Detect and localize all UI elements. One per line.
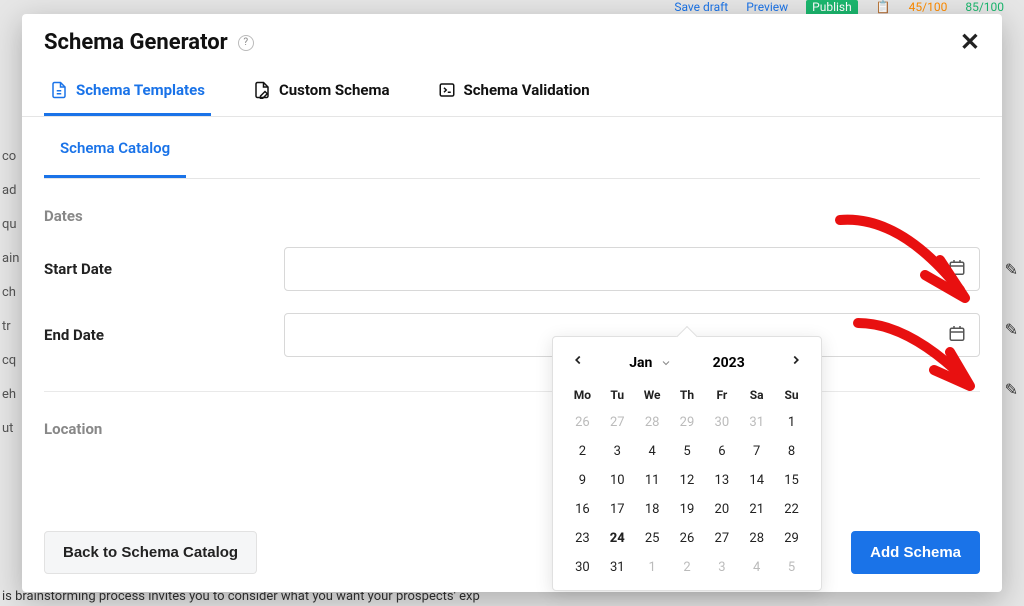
datepicker-day[interactable]: 23 — [565, 524, 600, 553]
datepicker-day[interactable]: 9 — [565, 466, 600, 495]
datepicker-day[interactable]: 31 — [739, 408, 774, 437]
datepicker-day[interactable]: 15 — [774, 466, 809, 495]
chevron-left-icon — [571, 353, 585, 367]
datepicker-dow: We — [635, 382, 670, 408]
datepicker-day[interactable]: 2 — [565, 437, 600, 466]
datepicker-day[interactable]: 1 — [774, 408, 809, 437]
datepicker-day[interactable]: 17 — [600, 495, 635, 524]
modal-title: Schema Generator — [44, 30, 228, 55]
calendar-icon — [948, 325, 966, 343]
datepicker-day[interactable]: 28 — [635, 408, 670, 437]
bg-side-text: co — [2, 140, 19, 174]
section-dates-label: Dates — [44, 207, 980, 225]
datepicker-day[interactable]: 27 — [600, 408, 635, 437]
datepicker-day[interactable]: 20 — [704, 495, 739, 524]
datepicker-day[interactable]: 5 — [670, 437, 705, 466]
datepicker-day[interactable]: 11 — [635, 466, 670, 495]
document-icon — [50, 81, 68, 99]
datepicker-dow: Th — [670, 382, 705, 408]
datepicker-day[interactable]: 25 — [635, 524, 670, 553]
datepicker-prev-button[interactable] — [567, 351, 589, 374]
datepicker-dow: Mo — [565, 382, 600, 408]
calendar-icon — [948, 259, 966, 277]
datepicker-day[interactable]: 30 — [704, 408, 739, 437]
start-date-input[interactable] — [284, 247, 980, 291]
add-schema-button[interactable]: Add Schema — [851, 531, 980, 574]
tab-schema-templates[interactable]: Schema Templates — [44, 67, 211, 116]
schema-generator-modal: Schema Generator ? ✕ Schema Templates Cu… — [22, 14, 1002, 592]
datepicker-dow: Su — [774, 382, 809, 408]
datepicker-day[interactable]: 27 — [704, 524, 739, 553]
datepicker-day[interactable]: 12 — [670, 466, 705, 495]
datepicker-popup: Jan 2023 MoTuWeThFrSaSu26272829303112345… — [552, 336, 822, 591]
end-date-label: End Date — [44, 326, 284, 344]
pencil-icon: ✎ — [1005, 300, 1018, 360]
datepicker-day[interactable]: 10 — [600, 466, 635, 495]
start-date-calendar-button[interactable] — [944, 255, 970, 284]
tab-custom-schema[interactable]: Custom Schema — [247, 67, 396, 116]
datepicker-dow: Sa — [739, 382, 774, 408]
datepicker-day[interactable]: 3 — [704, 553, 739, 582]
datepicker-day[interactable]: 6 — [704, 437, 739, 466]
datepicker-dow: Tu — [600, 382, 635, 408]
datepicker-day[interactable]: 13 — [704, 466, 739, 495]
pencil-icon: ✎ — [1005, 240, 1018, 300]
tab-label: Custom Schema — [279, 81, 390, 99]
datepicker-day[interactable]: 24 — [600, 524, 635, 553]
bg-side-text: cq — [2, 344, 19, 378]
bg-side-text: ain — [2, 242, 19, 276]
bg-side-text: ch — [2, 276, 19, 310]
datepicker-month-select[interactable]: Jan — [629, 355, 672, 371]
datepicker-day[interactable]: 7 — [739, 437, 774, 466]
document-edit-icon — [253, 81, 271, 99]
datepicker-day[interactable]: 14 — [739, 466, 774, 495]
pencil-icon: ✎ — [1005, 360, 1018, 420]
datepicker-next-button[interactable] — [785, 351, 807, 374]
datepicker-month: Jan — [629, 355, 652, 371]
datepicker-day[interactable]: 4 — [739, 553, 774, 582]
close-button[interactable]: ✕ — [960, 31, 980, 55]
chevron-down-icon — [660, 357, 672, 369]
subtab-schema-catalog[interactable]: Schema Catalog — [44, 117, 186, 178]
bg-side-text: qu — [2, 208, 19, 242]
section-divider — [44, 391, 980, 392]
datepicker-day[interactable]: 31 — [600, 553, 635, 582]
datepicker-day[interactable]: 3 — [600, 437, 635, 466]
bg-side-text: eh — [2, 378, 19, 412]
chevron-right-icon — [789, 353, 803, 367]
help-icon[interactable]: ? — [238, 35, 254, 51]
start-date-label: Start Date — [44, 260, 284, 278]
datepicker-day[interactable]: 28 — [739, 524, 774, 553]
datepicker-day[interactable]: 30 — [565, 553, 600, 582]
datepicker-day[interactable]: 4 — [635, 437, 670, 466]
datepicker-day[interactable]: 1 — [635, 553, 670, 582]
section-location-label: Location — [44, 420, 980, 438]
back-to-catalog-button[interactable]: Back to Schema Catalog — [44, 531, 257, 574]
datepicker-day[interactable]: 26 — [565, 408, 600, 437]
end-date-calendar-button[interactable] — [944, 321, 970, 350]
datepicker-dow: Fr — [704, 382, 739, 408]
tab-label: Schema Validation — [464, 81, 590, 99]
datepicker-day[interactable]: 29 — [774, 524, 809, 553]
datepicker-day[interactable]: 21 — [739, 495, 774, 524]
datepicker-day[interactable]: 16 — [565, 495, 600, 524]
datepicker-day[interactable]: 26 — [670, 524, 705, 553]
tab-schema-validation[interactable]: Schema Validation — [432, 67, 596, 116]
datepicker-day[interactable]: 22 — [774, 495, 809, 524]
bg-side-text: ut — [2, 412, 19, 446]
datepicker-day[interactable]: 29 — [670, 408, 705, 437]
datepicker-day[interactable]: 5 — [774, 553, 809, 582]
datepicker-day[interactable]: 19 — [670, 495, 705, 524]
datepicker-year: 2023 — [713, 355, 745, 371]
bg-side-text: ad — [2, 174, 19, 208]
tab-label: Schema Templates — [76, 81, 205, 99]
primary-tabs: Schema Templates Custom Schema Schema Va… — [22, 67, 1002, 117]
bg-side-text: tr — [2, 310, 19, 344]
datepicker-day[interactable]: 8 — [774, 437, 809, 466]
terminal-icon — [438, 81, 456, 99]
datepicker-day[interactable]: 2 — [670, 553, 705, 582]
datepicker-day[interactable]: 18 — [635, 495, 670, 524]
